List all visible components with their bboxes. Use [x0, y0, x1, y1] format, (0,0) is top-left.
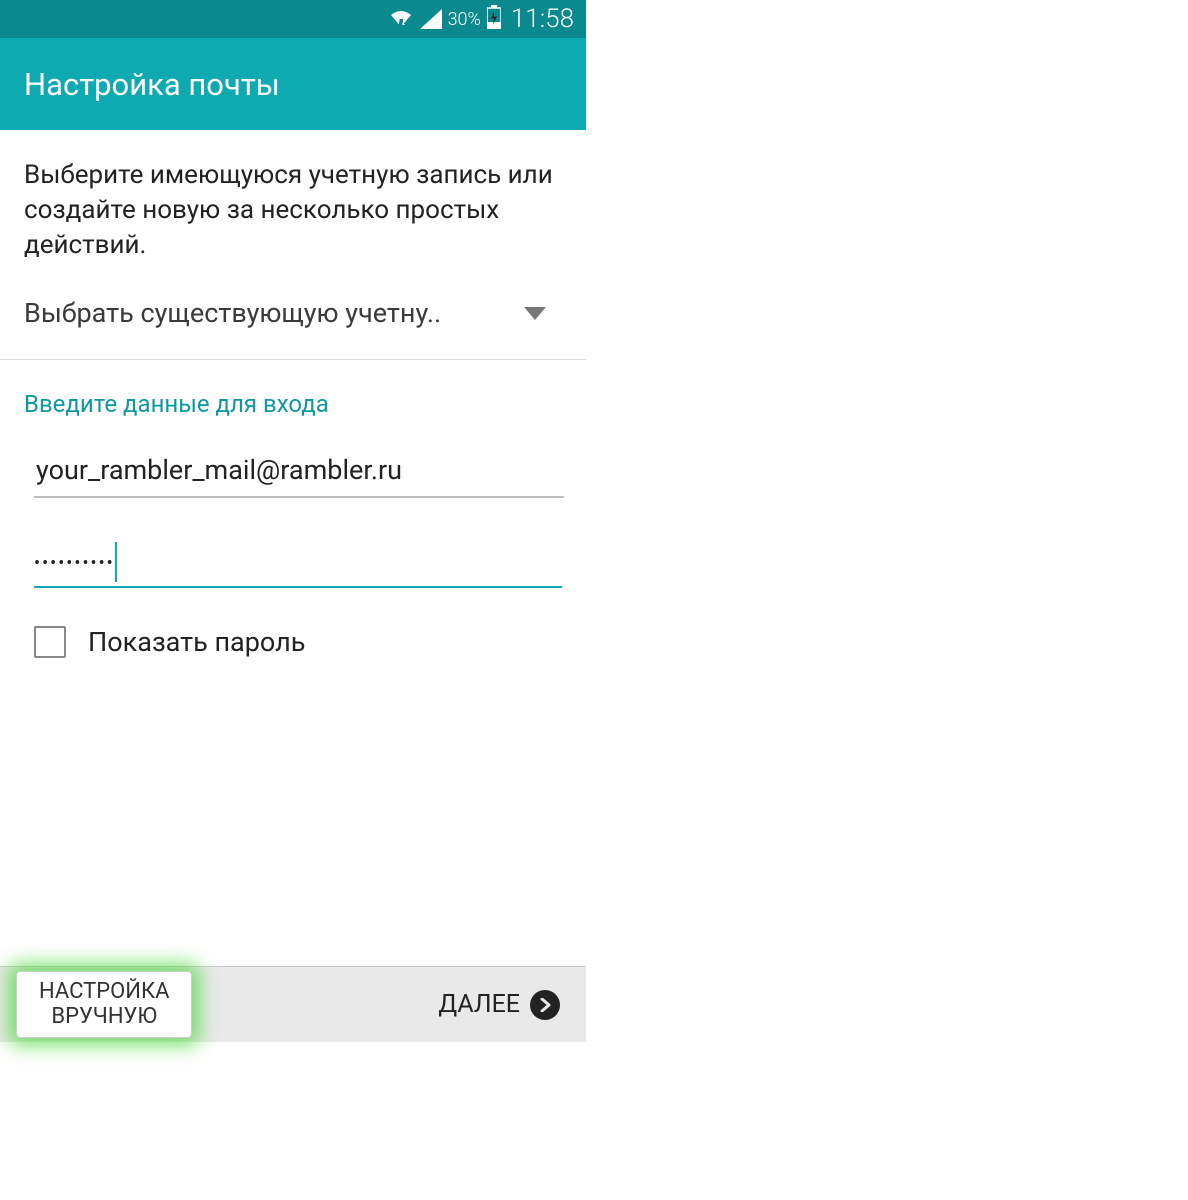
manual-setup-button[interactable]: НАСТРОЙКА ВРУЧНУЮ [16, 971, 192, 1037]
next-button-label: ДАЛЕЕ [438, 990, 520, 1019]
device-frame: 30% 11:58 Настройка почты Выберите имеющ… [0, 0, 586, 1042]
clock-time: 11:58 [511, 4, 574, 34]
app-bar: Настройка почты [0, 38, 586, 130]
password-field-wrap: •••••••••• [0, 528, 586, 588]
text-caret [115, 542, 117, 582]
battery-icon [487, 5, 501, 33]
password-field[interactable]: •••••••••• [34, 534, 562, 588]
show-password-label: Показать пароль [88, 626, 305, 658]
email-field[interactable] [34, 438, 564, 498]
intro-text: Выберите имеющуюся учетную запись или со… [0, 130, 586, 287]
show-password-row: Показать пароль [0, 588, 586, 658]
signal-icon [420, 9, 442, 29]
login-section-label: Введите данные для входа [0, 360, 586, 432]
chevron-right-icon [530, 990, 560, 1020]
chevron-down-icon [524, 307, 546, 320]
show-password-checkbox[interactable] [34, 626, 66, 658]
page-title: Настройка почты [24, 66, 280, 103]
manual-button-line2: ВРУЧНУЮ [39, 1005, 169, 1029]
password-masked-value: •••••••••• [34, 539, 115, 586]
next-button[interactable]: ДАЛЕЕ [438, 990, 560, 1020]
dropdown-selected-label: Выбрать существующую учетну.. [24, 297, 441, 329]
status-bar: 30% 11:58 [0, 0, 586, 38]
email-field-wrap [0, 432, 586, 498]
bottom-bar: НАСТРОЙКА ВРУЧНУЮ ДАЛЕЕ [0, 966, 586, 1042]
wifi-icon [388, 9, 414, 29]
manual-button-line1: НАСТРОЙКА [39, 980, 169, 1004]
battery-percentage: 30% [448, 9, 481, 30]
account-dropdown[interactable]: Выбрать существующую учетну.. [0, 287, 586, 360]
